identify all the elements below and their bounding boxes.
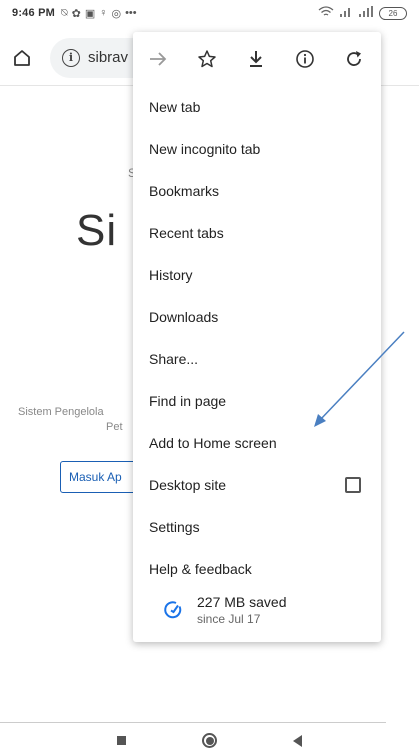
menu-item-new-tab[interactable]: New tab xyxy=(133,86,381,128)
menu-item-add-to-home-screen[interactable]: Add to Home screen xyxy=(133,422,381,464)
home-nav-button[interactable] xyxy=(202,733,217,748)
overflow-menu: New tab New incognito tab Bookmarks Rece… xyxy=(133,32,381,642)
home-icon xyxy=(14,49,30,66)
page-description: Sistem Pengelola xyxy=(18,406,104,418)
menu-item-history[interactable]: History xyxy=(133,254,381,296)
download-icon xyxy=(249,51,262,67)
menu-action-row xyxy=(133,32,381,86)
page-info-icon xyxy=(295,50,314,68)
storage-icon: ▣ xyxy=(84,7,96,20)
page-info-button[interactable] xyxy=(280,32,329,86)
signal-icon xyxy=(339,6,353,20)
desktop-site-checkbox[interactable] xyxy=(345,477,361,493)
menu-item-help-feedback[interactable]: Help & feedback xyxy=(133,548,381,590)
signal-icon-2 xyxy=(358,6,374,20)
battery-icon: 26 xyxy=(379,6,407,20)
home-button[interactable] xyxy=(2,38,42,78)
bookmark-star-icon xyxy=(197,50,216,68)
url-text: sibrav xyxy=(88,49,129,66)
nav-divider xyxy=(0,722,386,723)
back-button[interactable] xyxy=(293,734,302,747)
info-icon[interactable]: i xyxy=(62,48,80,67)
menu-item-share[interactable]: Share... xyxy=(133,338,381,380)
reload-button[interactable] xyxy=(329,32,378,86)
menu-item-desktop-site[interactable]: Desktop site xyxy=(133,464,381,506)
status-notification-icons: ⍉ ✿ ▣ ♀ ◎ ••• xyxy=(61,7,137,20)
reload-icon xyxy=(346,51,361,66)
recent-apps-button[interactable] xyxy=(117,736,126,745)
menu-item-find-in-page[interactable]: Find in page xyxy=(133,380,381,422)
data-saved-since: since Jul 17 xyxy=(197,612,261,626)
forward-button[interactable] xyxy=(133,32,182,86)
wifi-icon xyxy=(318,5,334,21)
forward-icon xyxy=(149,52,166,66)
menu-item-bookmarks[interactable]: Bookmarks xyxy=(133,170,381,212)
menu-item-downloads[interactable]: Downloads xyxy=(133,296,381,338)
desktop-site-label: Desktop site xyxy=(149,477,227,493)
page-description-line2: Pet xyxy=(106,421,123,433)
data-saver-summary[interactable]: 227 MB saved since Jul 17 xyxy=(133,586,381,634)
download-button[interactable] xyxy=(231,32,280,86)
settings-icon: ✿ xyxy=(71,7,81,20)
status-bar: 9:46 PM ⍉ ✿ ▣ ♀ ◎ ••• 26 xyxy=(0,0,419,26)
notification-icon: ⍉ xyxy=(60,6,68,19)
menu-item-new-incognito-tab[interactable]: New incognito tab xyxy=(133,128,381,170)
status-right-icons: 26 xyxy=(318,5,407,21)
bookmark-button[interactable] xyxy=(182,32,231,86)
data-saver-icon xyxy=(164,601,182,619)
more-dots-icon: ••• xyxy=(125,7,137,19)
location-icon: ♀ xyxy=(99,7,108,19)
camera-icon: ◎ xyxy=(111,7,122,20)
system-nav-bar xyxy=(0,728,419,753)
menu-item-settings[interactable]: Settings xyxy=(133,506,381,548)
data-saved-amount: 227 MB saved xyxy=(197,594,287,610)
page-title: Si xyxy=(76,206,118,255)
status-time: 9:46 PM xyxy=(12,7,55,19)
menu-item-recent-tabs[interactable]: Recent tabs xyxy=(133,212,381,254)
